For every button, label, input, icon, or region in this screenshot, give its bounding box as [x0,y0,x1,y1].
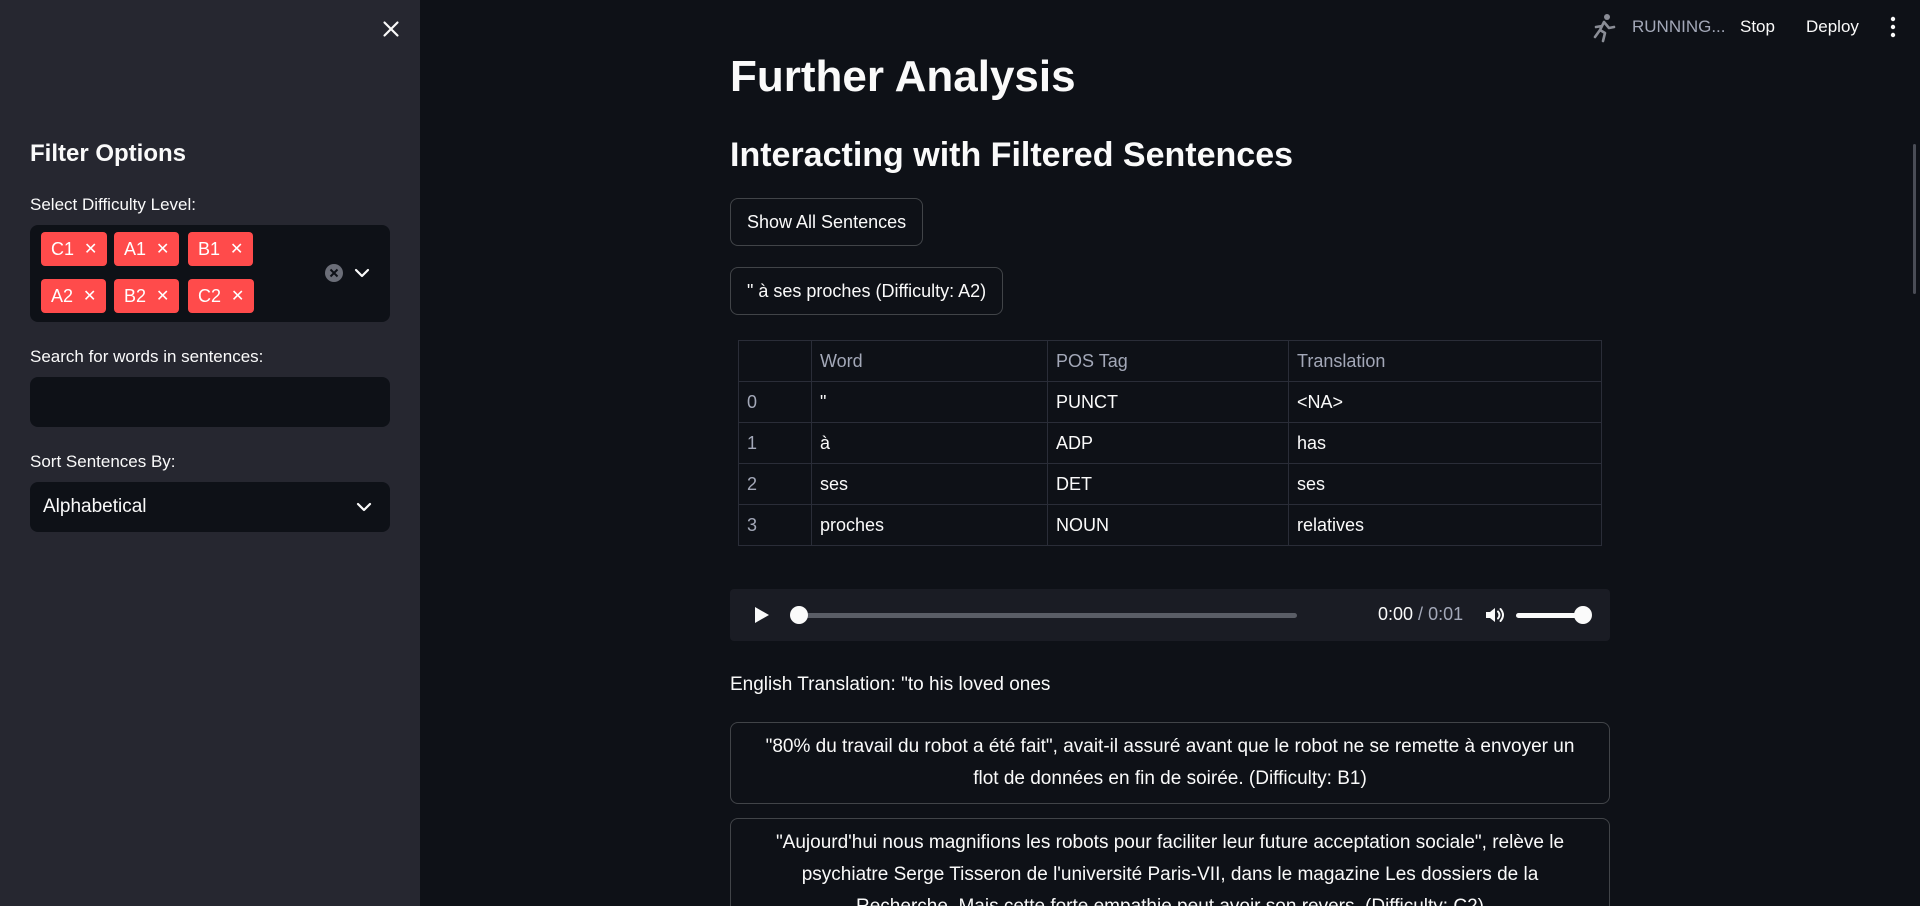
word-table: Word POS Tag Translation 0 " PUNCT <NA> … [738,340,1602,546]
deploy-button[interactable]: Deploy [1806,17,1859,37]
show-all-sentences-button[interactable]: Show All Sentences [730,198,924,246]
audio-current-time: 0:00 [1378,604,1414,624]
remove-tag-icon[interactable]: ✕ [83,286,96,306]
play-icon[interactable] [750,604,772,626]
word-cell: proches [811,504,1048,546]
sort-select[interactable]: Alphabetical [30,482,390,532]
row-index: 2 [738,463,812,505]
word-cell: " [811,381,1048,423]
remove-tag-icon[interactable]: ✕ [156,239,169,259]
row-index: 0 [738,381,812,423]
sentence-card[interactable]: "80% du travail du robot a été fait", av… [730,722,1610,804]
audio-seek-bar[interactable] [794,613,1297,618]
column-header: Word [811,340,1048,382]
clear-all-icon[interactable] [324,263,344,283]
translation-cell: relatives [1288,504,1602,546]
difficulty-multiselect[interactable]: C1 ✕ A1 ✕ B1 ✕ A2 ✕ B2 ✕ C2 ✕ [30,225,390,322]
main-menu-icon[interactable] [1883,15,1903,39]
difficulty-tag[interactable]: C1 ✕ [41,232,108,266]
sort-select-value: Alphabetical [43,496,147,517]
difficulty-tag[interactable]: A1 ✕ [114,232,180,266]
difficulty-tag[interactable]: B1 ✕ [188,232,254,266]
word-cell: à [811,422,1048,464]
word-cell: ses [811,463,1048,505]
search-label: Search for words in sentences: [30,347,264,366]
sentence-card[interactable]: "Aujourd'hui nous magnifions les robots … [730,818,1610,906]
table-row: 3 proches NOUN relatives [738,504,1602,546]
close-icon [383,21,399,37]
sentence-button[interactable]: " à ses proches (Difficulty: A2) [730,267,1004,315]
difficulty-tag[interactable]: B2 ✕ [114,279,180,313]
sidebar: Filter Options Select Difficulty Level: … [0,0,420,906]
close-sidebar-button[interactable] [378,16,404,42]
row-index: 1 [738,422,812,464]
column-header: POS Tag [1047,340,1289,382]
page-title: Further Analysis [730,52,1076,101]
chevron-down-icon[interactable] [352,263,372,283]
sort-label: Sort Sentences By: [30,452,176,471]
column-header [738,340,812,382]
volume-handle[interactable] [1574,606,1592,624]
table-row: 1 à ADP has [738,422,1602,464]
pos-cell: NOUN [1047,504,1289,546]
difficulty-tag[interactable]: C2 ✕ [188,279,255,313]
translation-cell: <NA> [1288,381,1602,423]
sidebar-title: Filter Options [30,140,186,167]
translation-cell: ses [1288,463,1602,505]
stop-button[interactable]: Stop [1740,17,1775,37]
translation-cell: has [1288,422,1602,464]
audio-duration: 0:01 [1428,604,1464,624]
audio-time: 0:00 / 0:01 [1378,604,1463,625]
audio-time-separator: / [1413,604,1429,624]
volume-icon[interactable] [1483,603,1507,627]
search-input[interactable] [30,377,390,427]
difficulty-tag[interactable]: A2 ✕ [41,279,107,313]
remove-tag-icon[interactable]: ✕ [84,239,97,259]
pos-cell: ADP [1047,422,1289,464]
remove-tag-icon[interactable]: ✕ [231,286,244,306]
status-text: RUNNING... [1632,17,1726,36]
remove-tag-icon[interactable]: ✕ [230,239,243,259]
column-header: Translation [1288,340,1602,382]
pos-cell: PUNCT [1047,381,1289,423]
difficulty-label: Select Difficulty Level: [30,195,196,214]
table-row: 0 " PUNCT <NA> [738,381,1602,423]
table-row: 2 ses DET ses [738,463,1602,505]
english-translation: English Translation: "to his loved ones [730,674,1051,695]
section-title: Interacting with Filtered Sentences [730,136,1294,174]
pos-cell: DET [1047,463,1289,505]
running-man-icon [1593,14,1616,43]
remove-tag-icon[interactable]: ✕ [156,286,169,306]
audio-player: 0:00 / 0:01 [730,589,1610,641]
table-header-row: Word POS Tag Translation [738,340,1602,382]
seek-handle[interactable] [790,606,808,624]
chevron-down-icon [356,502,372,512]
page-scrollbar[interactable] [1913,144,1916,294]
row-index: 3 [738,504,812,546]
